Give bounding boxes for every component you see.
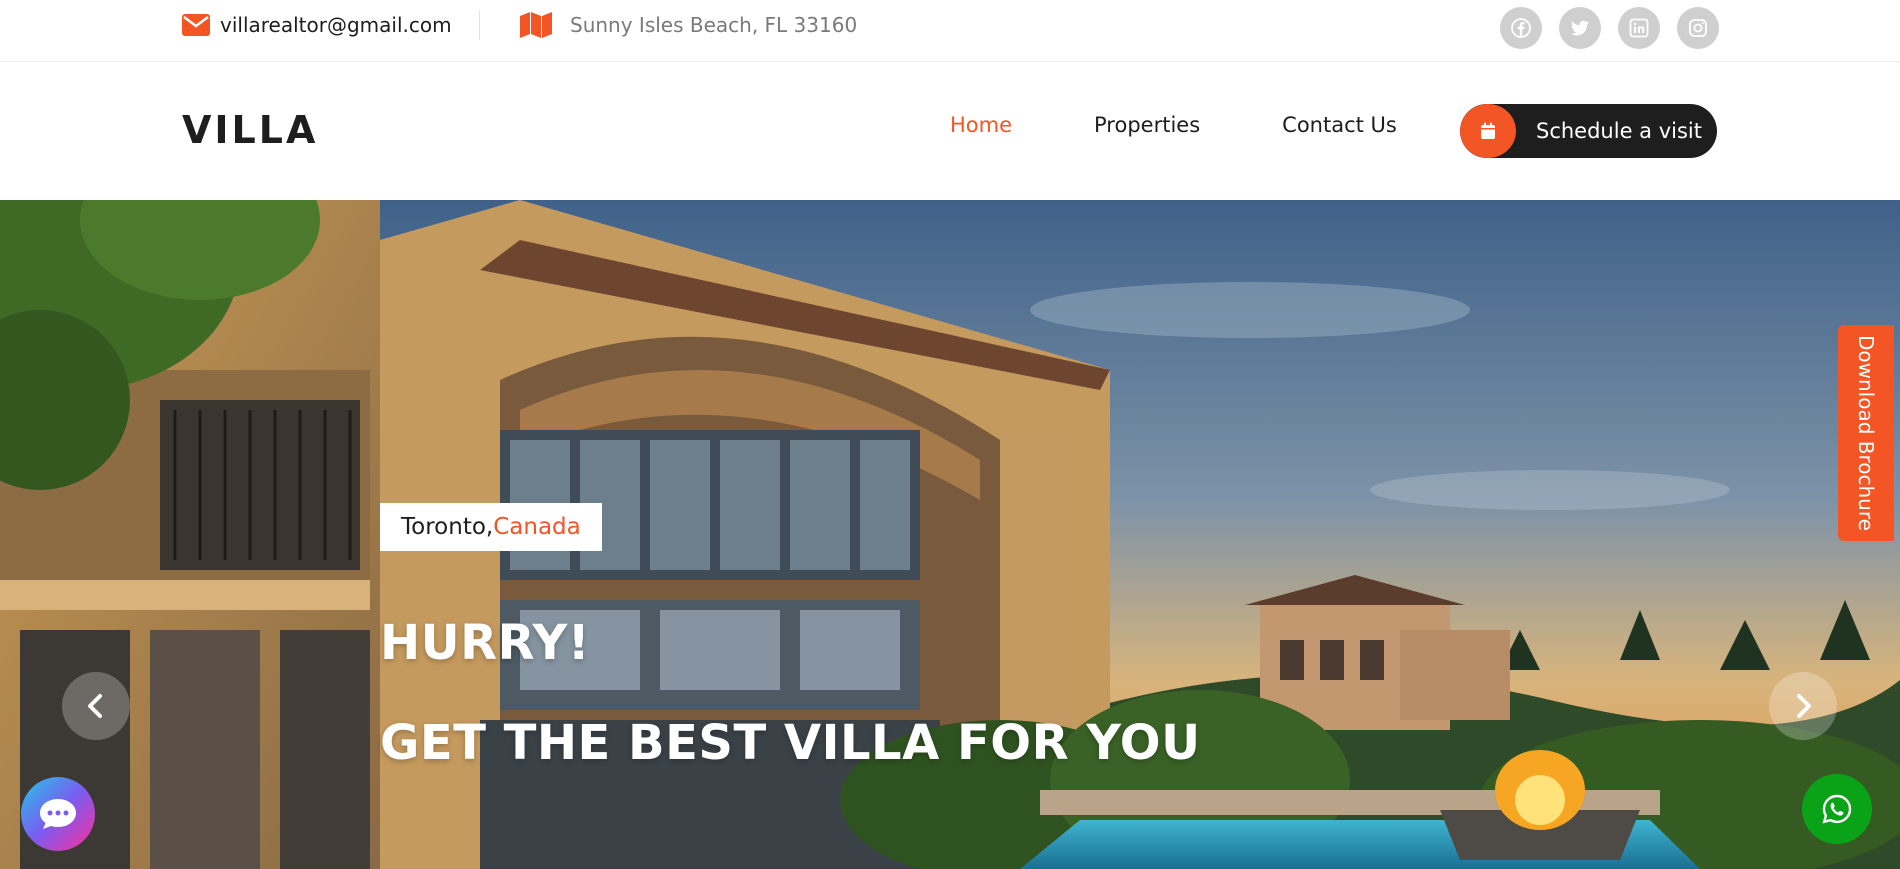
email-text[interactable]: villarealtor@gmail.com (220, 13, 452, 37)
envelope-icon (182, 14, 210, 36)
linkedin-link[interactable] (1618, 7, 1660, 49)
main-header: VILLA Home Properties Contact Us Schedul… (0, 63, 1900, 200)
whatsapp-icon (1822, 794, 1852, 824)
nav-home[interactable]: Home (950, 113, 1012, 137)
map-icon (520, 12, 552, 38)
social-links (1500, 7, 1719, 49)
site-logo[interactable]: VILLA (182, 108, 318, 152)
instagram-icon (1689, 19, 1707, 37)
location-city: Toronto, (401, 514, 494, 540)
instagram-link[interactable] (1677, 7, 1719, 49)
twitter-link[interactable] (1559, 7, 1601, 49)
schedule-visit-button[interactable]: Schedule a visit (1460, 104, 1717, 158)
whatsapp-button[interactable] (1802, 774, 1872, 844)
hero-title-line-1: HURRY! (380, 615, 591, 671)
schedule-visit-label: Schedule a visit (1536, 119, 1702, 143)
facebook-link[interactable] (1500, 7, 1542, 49)
chevron-right-icon (1797, 694, 1811, 718)
calendar-icon (1481, 122, 1495, 139)
chevron-left-icon (88, 694, 102, 718)
main-nav: Home Properties Contact Us (950, 113, 1479, 137)
address-contact: Sunny Isles Beach, FL 33160 (520, 10, 857, 40)
calendar-icon-badge (1460, 104, 1516, 158)
linkedin-icon (1629, 18, 1649, 38)
nav-properties[interactable]: Properties (1094, 113, 1200, 137)
address-text: Sunny Isles Beach, FL 33160 (570, 13, 858, 37)
slider-prev-button[interactable] (62, 672, 130, 740)
location-badge: Toronto, Canada (380, 503, 602, 551)
twitter-icon (1570, 20, 1589, 36)
slider-next-button[interactable] (1769, 672, 1837, 740)
chat-bubble-icon (40, 799, 76, 829)
download-brochure-label: Download Brochure (1854, 335, 1878, 531)
chat-widget-button[interactable] (21, 777, 95, 851)
download-brochure-tab[interactable]: Download Brochure (1838, 325, 1894, 541)
email-contact[interactable]: villarealtor@gmail.com (182, 10, 452, 40)
nav-contact-us[interactable]: Contact Us (1282, 113, 1397, 137)
hero-title-line-2: GET THE BEST VILLA FOR YOU (380, 715, 1201, 771)
top-bar: villarealtor@gmail.com Sunny Isles Beach… (0, 0, 1900, 62)
location-country: Canada (493, 514, 581, 540)
topbar-divider (479, 10, 480, 40)
facebook-icon (1511, 18, 1531, 38)
hero-banner: Toronto, Canada HURRY! GET THE BEST VILL… (0, 200, 1900, 869)
